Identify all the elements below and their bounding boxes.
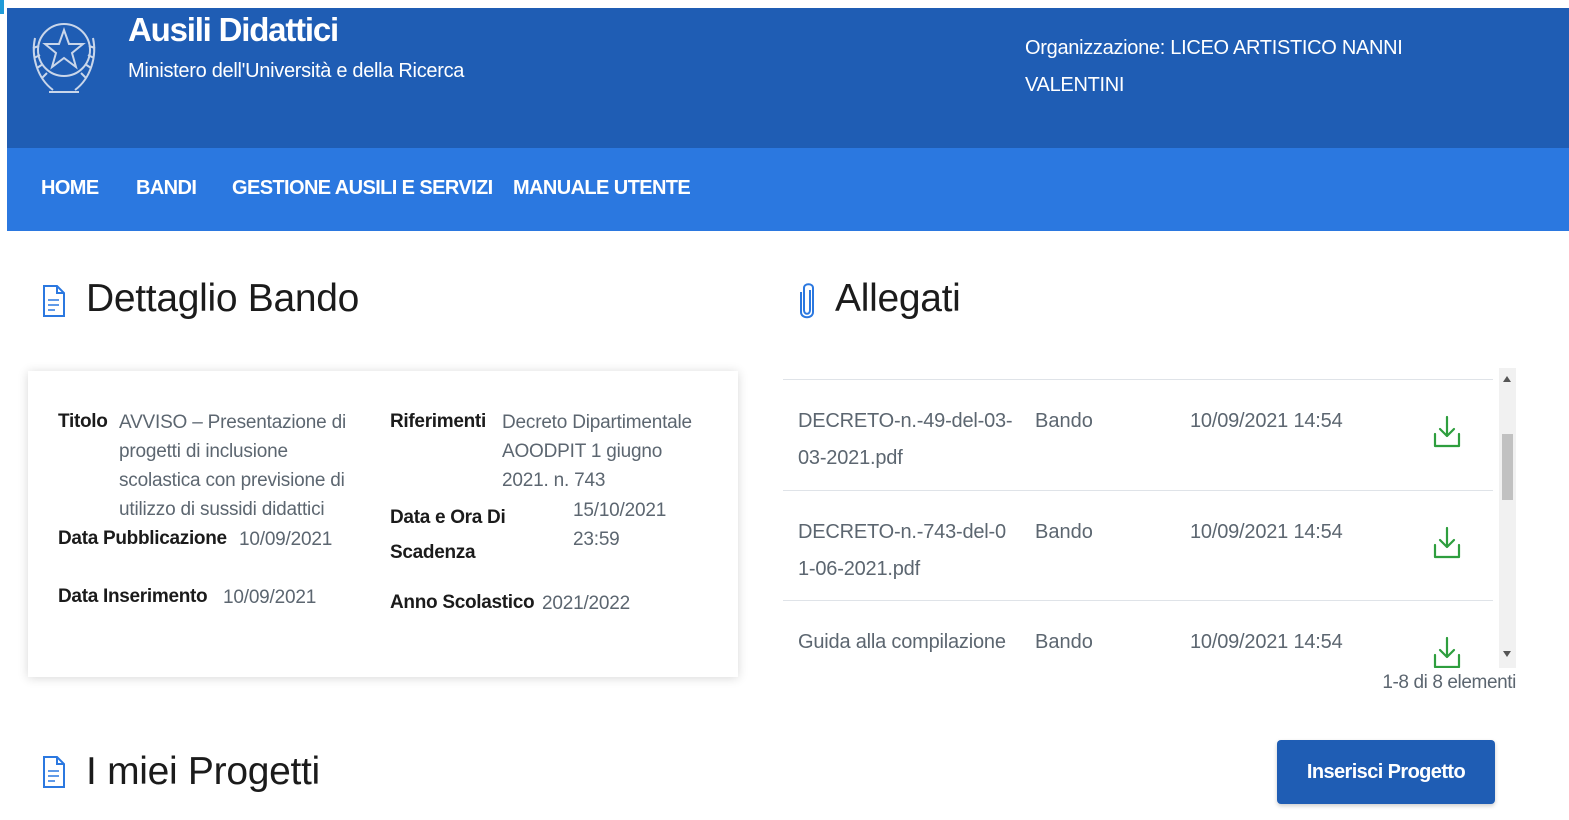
- attachment-date: 10/09/2021 14:54: [1190, 631, 1343, 653]
- insert-project-button[interactable]: Inserisci Progetto: [1277, 740, 1495, 804]
- data-pubblicazione-label: Data Pubblicazione: [58, 528, 227, 549]
- titolo-label: Titolo: [58, 411, 108, 432]
- top-header: Ausili Didattici Ministero dell'Universi…: [7, 8, 1569, 148]
- organization-line-2: VALENTINI: [1025, 74, 1125, 96]
- main-navbar: HOME BANDI GESTIONE AUSILI E SERVIZI MAN…: [7, 148, 1569, 231]
- attachment-date: 10/09/2021 14:54: [1190, 410, 1343, 432]
- attachments-scrollbar[interactable]: [1499, 368, 1516, 668]
- document-icon: [43, 285, 65, 317]
- data-pubblicazione-value: 10/09/2021: [239, 529, 333, 550]
- download-icon[interactable]: [1431, 414, 1463, 450]
- attachment-name: Guida alla compilazione: [798, 631, 1006, 653]
- nav-home[interactable]: HOME: [41, 177, 99, 200]
- attachments-section-title: Allegati: [835, 277, 961, 320]
- anno-scolastico-label: Anno Scolastico: [390, 592, 535, 613]
- attachment-type: Bando: [1035, 410, 1093, 432]
- nav-gestione-ausili[interactable]: GESTIONE AUSILI E SERVIZI: [232, 177, 493, 200]
- detail-section-title: Dettaglio Bando: [86, 277, 360, 320]
- app-subtitle: Ministero dell'Università e della Ricerc…: [128, 60, 465, 82]
- nav-manuale-utente[interactable]: MANUALE UTENTE: [513, 177, 691, 200]
- download-icon[interactable]: [1431, 525, 1463, 561]
- attachment-name: DECRETO-n.-743-del-01-06-2021.pdf: [798, 521, 1006, 580]
- attachment-row[interactable]: DECRETO-n.-49-del-03-03-2021.pdf Bando 1…: [783, 379, 1493, 490]
- nav-bandi[interactable]: BANDI: [136, 177, 197, 200]
- data-inserimento-label: Data Inserimento: [58, 586, 208, 607]
- titolo-value: AVVISO – Presentazione di progetti di in…: [119, 412, 346, 520]
- detail-card: Titolo AVVISO – Presentazione di progett…: [28, 371, 738, 677]
- pagination-info: 1-8 di 8 elementi: [1382, 672, 1516, 693]
- scroll-up-arrow-icon[interactable]: [1503, 376, 1511, 382]
- emblem-icon: [32, 23, 96, 93]
- organization-line-1: Organizzazione: LICEO ARTISTICO NANNI: [1025, 37, 1403, 59]
- download-icon[interactable]: [1431, 635, 1463, 668]
- attachment-type: Bando: [1035, 631, 1093, 653]
- anno-scolastico-value: 2021/2022: [542, 593, 631, 614]
- data-scadenza-label: Data e Ora Di Scadenza: [390, 507, 506, 563]
- attachment-date: 10/09/2021 14:54: [1190, 521, 1343, 543]
- scroll-down-arrow-icon[interactable]: [1503, 651, 1511, 657]
- paperclip-icon: [800, 283, 814, 319]
- attachment-name: DECRETO-n.-49-del-03-03-2021.pdf: [798, 410, 1013, 469]
- data-inserimento-value: 10/09/2021: [223, 587, 317, 608]
- riferimenti-label: Riferimenti: [390, 411, 486, 432]
- projects-section-title: I miei Progetti: [86, 750, 320, 793]
- organization-info: Organizzazione: LICEO ARTISTICO NANNI VA…: [1025, 30, 1445, 104]
- riferimenti-value: Decreto Dipartimentale AOODPIT 1 giugno …: [502, 412, 692, 491]
- attachment-row[interactable]: Guida alla compilazione Bando 10/09/2021…: [783, 600, 1493, 668]
- data-scadenza-value: 15/10/2021 23:59: [573, 500, 667, 550]
- attachment-row[interactable]: DECRETO-n.-743-del-01-06-2021.pdf Bando …: [783, 490, 1493, 601]
- document-icon: [43, 756, 65, 788]
- corner-mark: [0, 0, 4, 14]
- scrollbar-thumb[interactable]: [1502, 434, 1513, 500]
- attachments-list: DECRETO-n.-49-del-03-03-2021.pdf Bando 1…: [783, 368, 1516, 668]
- app-title: Ausili Didattici: [128, 11, 339, 48]
- attachment-type: Bando: [1035, 521, 1093, 543]
